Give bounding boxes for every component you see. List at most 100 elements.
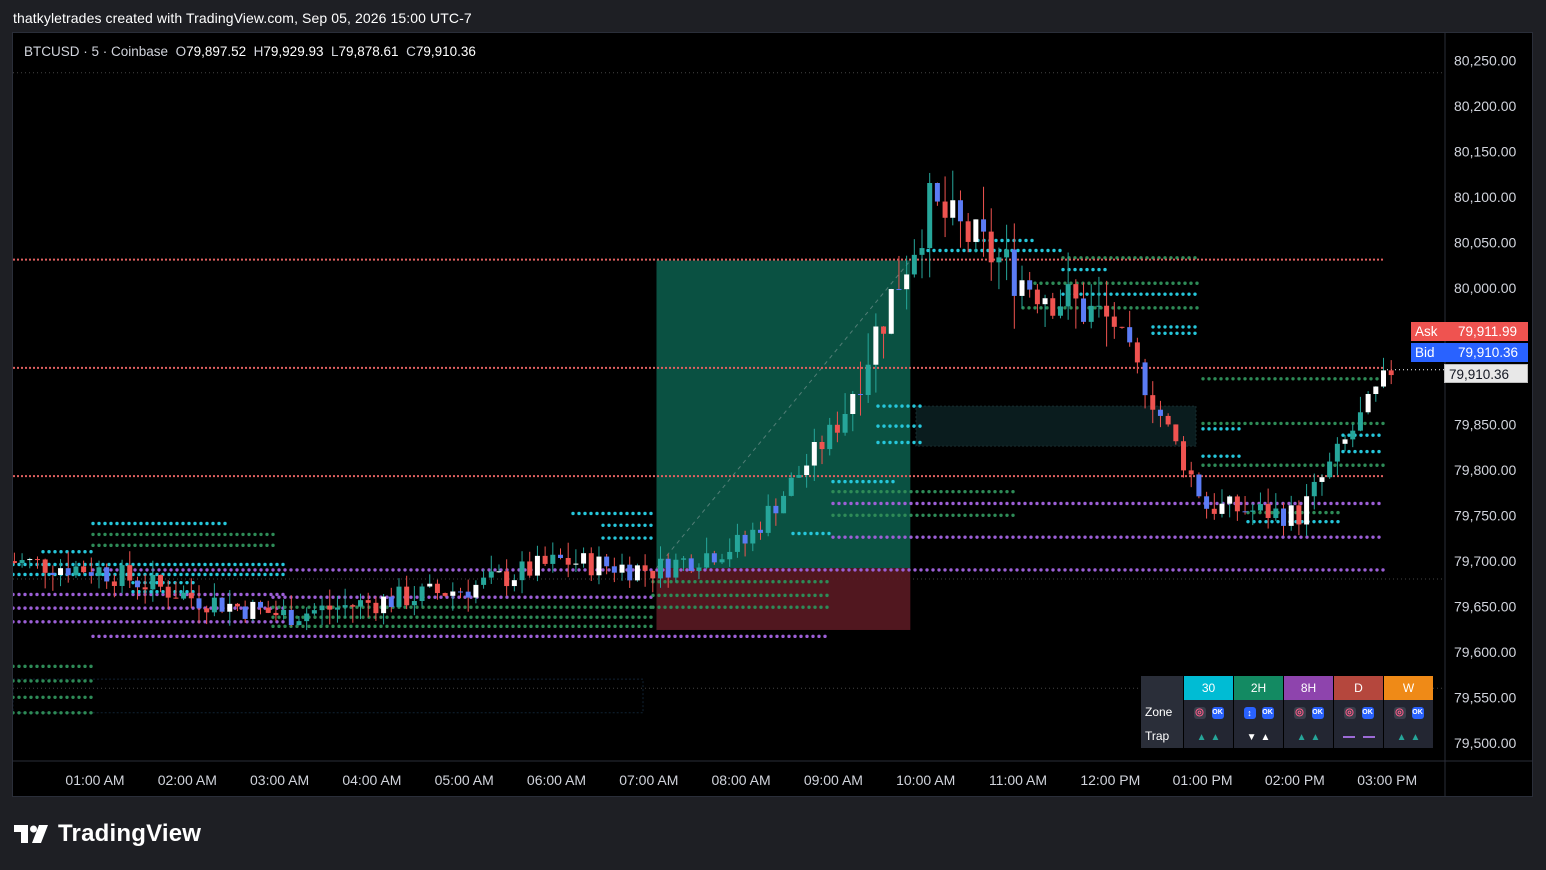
triangle-up-icon: ▲ xyxy=(1410,732,1421,743)
time-tick-label: 10:00 AM xyxy=(896,772,955,788)
level-dot xyxy=(757,634,761,639)
level-dot xyxy=(1285,421,1289,426)
level-dot xyxy=(1207,377,1211,381)
level-dot xyxy=(625,536,629,540)
level-dot xyxy=(1141,568,1145,572)
level-dot xyxy=(1341,449,1345,454)
level-dot xyxy=(1063,568,1067,572)
level-dot xyxy=(987,535,991,539)
level-dot xyxy=(801,593,805,598)
level-dot xyxy=(17,620,21,624)
candle-body xyxy=(1204,496,1210,509)
candle xyxy=(1334,437,1340,476)
level-dot xyxy=(529,615,533,619)
level-dot xyxy=(723,593,727,598)
level-dot xyxy=(1227,535,1231,539)
level-dot xyxy=(481,595,485,599)
candle xyxy=(58,559,64,587)
candle-body xyxy=(273,612,279,616)
target-icon: ◎ xyxy=(1193,706,1206,719)
level-dot xyxy=(607,605,611,609)
level-dot xyxy=(1339,421,1343,426)
level-dot xyxy=(1081,281,1085,285)
level-dot xyxy=(233,592,237,597)
level-dot xyxy=(289,634,293,639)
level-dot xyxy=(265,543,269,548)
level-dot xyxy=(1197,535,1201,539)
chart-frame[interactable]: 80,250.00 80,200.00 80,150.00 80,100.00 80,0… xyxy=(12,32,1533,797)
level-dot xyxy=(361,568,365,572)
level-dot xyxy=(13,620,15,624)
level-dot xyxy=(619,605,623,609)
level-dot xyxy=(882,424,886,428)
level-dot xyxy=(613,523,617,528)
level-dot xyxy=(1177,568,1181,572)
level-dot xyxy=(1221,535,1225,539)
level-dot xyxy=(221,562,225,567)
level-dot xyxy=(163,543,167,548)
level-dot xyxy=(1143,535,1147,539)
level-dot xyxy=(1287,501,1291,506)
candle-body xyxy=(927,183,933,249)
trap-cell-w: ▲ ▲ xyxy=(1383,724,1433,748)
level-dot xyxy=(1028,248,1032,253)
level-dot xyxy=(867,513,871,517)
level-dot xyxy=(217,532,221,537)
symbol-label[interactable]: BTCUSD · 5 · Coinbase xyxy=(24,44,168,59)
level-dot xyxy=(565,615,569,619)
level-dot xyxy=(975,489,979,494)
level-dot xyxy=(233,606,237,610)
candle-body xyxy=(788,477,794,496)
level-dot xyxy=(661,634,665,639)
candle-body xyxy=(1157,409,1163,416)
level-dot xyxy=(733,568,737,572)
level-dot xyxy=(831,513,835,517)
candle-body xyxy=(1188,470,1194,475)
candle xyxy=(1188,461,1194,488)
candle-body xyxy=(573,563,579,565)
level-dot xyxy=(831,535,835,539)
level-dot xyxy=(1339,463,1343,467)
level-dot xyxy=(265,568,269,572)
level-dot xyxy=(161,562,165,567)
level-dot xyxy=(693,593,697,598)
level-dot xyxy=(1311,535,1315,539)
level-dot xyxy=(613,605,617,609)
level-dot xyxy=(637,595,641,599)
level-dot xyxy=(145,532,149,537)
level-dot xyxy=(753,580,757,584)
level-dot xyxy=(1267,421,1271,426)
level-dot xyxy=(1365,501,1369,506)
level-dot xyxy=(918,424,922,428)
level-dot xyxy=(487,595,491,599)
level-dot xyxy=(921,489,925,494)
level-dot xyxy=(163,532,167,537)
level-dot xyxy=(133,568,137,572)
level-dot xyxy=(313,634,317,639)
level-dot xyxy=(127,532,131,537)
candle-body xyxy=(211,597,217,613)
level-dot xyxy=(699,605,703,609)
level-dot xyxy=(1113,501,1117,506)
candle xyxy=(1296,500,1302,536)
level-dot xyxy=(1341,433,1345,437)
level-dot xyxy=(1023,501,1027,506)
level-dot xyxy=(53,592,57,597)
candle-body xyxy=(904,274,910,290)
tradingview-logo[interactable]: TradingView xyxy=(14,820,201,848)
candle-body xyxy=(34,559,40,561)
level-dot xyxy=(205,634,209,639)
level-dot xyxy=(589,511,593,516)
level-dot xyxy=(457,634,461,639)
level-dot xyxy=(637,634,641,639)
level-dot xyxy=(1369,568,1373,572)
dotted-level-18 xyxy=(13,679,93,683)
level-dot xyxy=(601,605,605,609)
level-dot xyxy=(139,634,143,639)
level-dot xyxy=(1213,427,1217,431)
level-dot xyxy=(951,501,955,506)
level-dot xyxy=(1163,331,1167,335)
level-dot xyxy=(547,615,551,619)
level-dot xyxy=(1336,510,1340,515)
level-dot xyxy=(835,568,839,572)
